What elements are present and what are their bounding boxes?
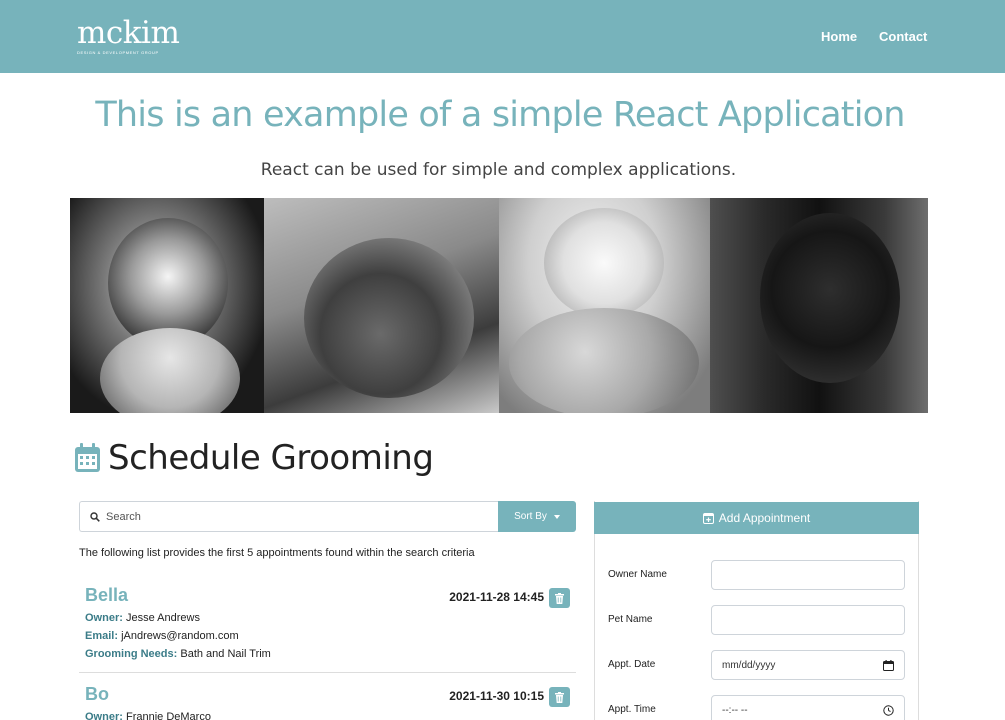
appt-time-label: Appt. Time [608,704,656,715]
caret-down-icon [553,514,560,519]
owner-line: Owner: Frannie DeMarco [85,711,211,720]
appointment-date: 2021-11-28 14:45 [449,590,544,604]
appointment-date: 2021-11-30 10:15 [449,689,544,703]
email-line: Email: jAndrews@random.com [85,630,239,642]
add-appointment-label: Add Appointment [718,511,811,525]
needs-line: Grooming Needs: Bath and Nail Trim [85,648,271,660]
add-appointment-toggle[interactable]: Add Appointment [594,502,919,534]
page-title: This is an example of a simple React App… [95,95,905,135]
pet-name-input[interactable] [711,605,905,635]
pet-name-row: Pet Name [608,605,908,635]
dog-photo-4 [710,198,928,413]
calendar-icon [75,443,100,472]
owner-name-label: Owner Name [608,569,667,580]
needs-value: Bath and Nail Trim [180,648,271,660]
dog-photo-3 [499,198,710,413]
appt-time-input[interactable]: --:-- -- [711,695,905,720]
calendar-icon[interactable] [883,659,894,671]
email-label: Email: [85,630,119,642]
appt-date-row: Appt. Date mm/dd/yyyy [608,650,908,680]
page-subtitle: React can be used for simple and complex… [260,160,737,180]
owner-value: Frannie DeMarco [125,711,211,720]
search-icon [90,511,100,522]
owner-label: Owner: [85,711,123,720]
logo-text: mckim [77,15,180,51]
appt-date-input[interactable]: mm/dd/yyyy [711,650,905,680]
sort-by-label: Sort By [514,511,547,522]
appt-time-row: Appt. Time --:-- -- [608,695,908,720]
sort-by-button[interactable]: Sort By [498,501,576,532]
appt-time-value: --:-- -- [722,704,748,716]
section-header: Schedule Grooming [74,438,434,478]
calendar-plus-icon [702,513,714,524]
email-value: jAndrews@random.com [121,630,239,642]
dog-photo-banner [70,198,928,413]
owner-line: Owner: Jesse Andrews [85,612,200,624]
needs-label: Grooming Needs: [85,648,178,660]
search-input[interactable] [106,510,486,523]
pet-name[interactable]: Bella [85,585,128,606]
owner-label: Owner: [85,612,123,624]
dog-photo-2 [264,198,499,413]
trash-icon [555,592,564,604]
search-bar: Sort By [79,501,576,532]
nav-link-contact[interactable]: Contact [879,29,927,44]
owner-name-input[interactable] [711,560,905,590]
appointment-item: Bo 2021-11-30 10:15 Owner: Frannie DeMar… [79,684,576,720]
owner-value: Jesse Andrews [125,612,200,624]
search-field[interactable] [79,501,498,532]
dog-photo-1 [70,198,264,413]
logo[interactable]: mckim DESIGN & DEVELOPMENT GROUP [77,15,180,56]
section-title: Schedule Grooming [108,438,434,478]
navbar: mckim DESIGN & DEVELOPMENT GROUP Home Co… [0,0,1005,73]
appt-date-label: Appt. Date [608,659,656,670]
appointment-item: Bella 2021-11-28 14:45 Owner: Jesse Andr… [79,585,576,673]
appt-date-value: mm/dd/yyyy [722,659,776,671]
delete-button[interactable] [549,687,570,707]
trash-icon [555,691,564,703]
clock-icon[interactable] [883,704,894,716]
list-info-text: The following list provides the first 5 … [79,547,475,559]
delete-button[interactable] [549,588,570,608]
nav-link-home[interactable]: Home [821,29,857,44]
owner-name-row: Owner Name [608,560,908,590]
pet-name-label: Pet Name [608,614,653,625]
pet-name[interactable]: Bo [85,684,109,705]
